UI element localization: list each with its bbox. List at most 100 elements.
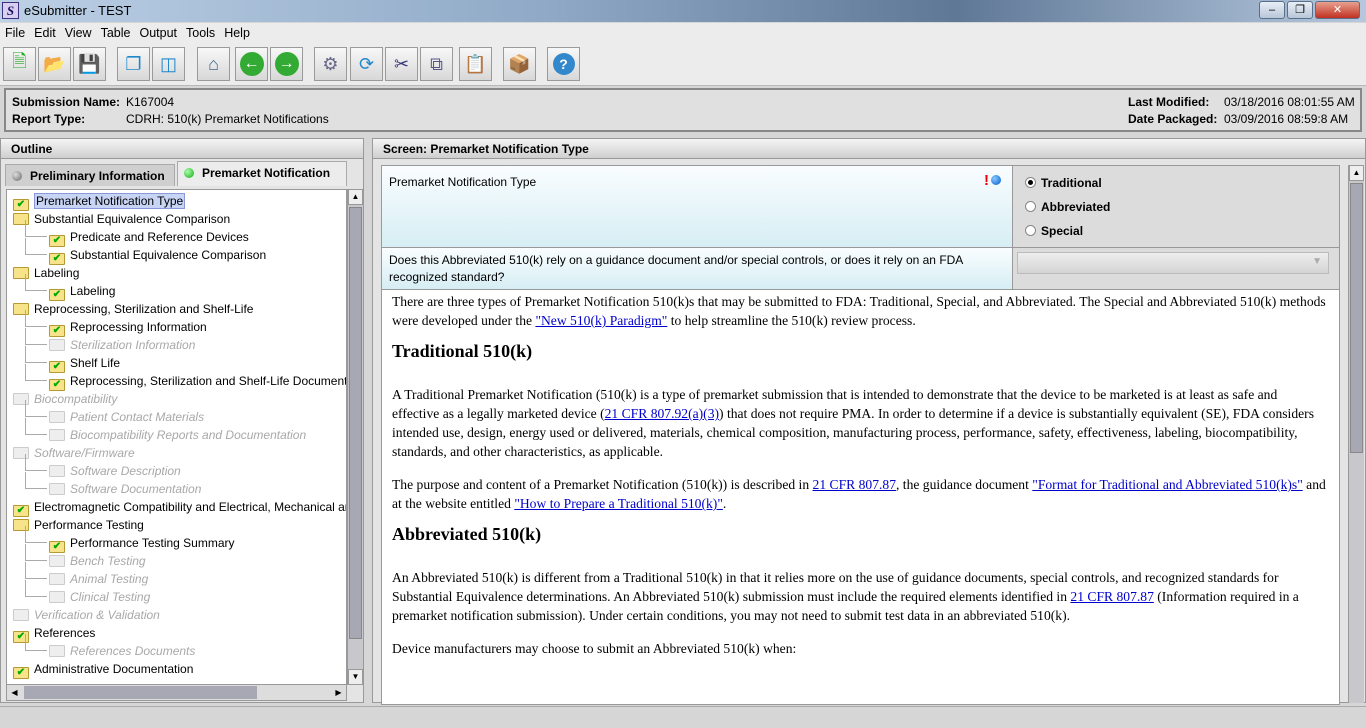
close-button[interactable]: ✕ [1315,1,1360,19]
menu-view[interactable]: View [60,23,96,40]
back-button[interactable]: ← [235,47,268,81]
outline-item[interactable]: Bench Testing [49,552,146,570]
menu-table[interactable]: Table [96,23,135,40]
screen-vertical-scrollbar[interactable]: ▲ [1348,165,1364,703]
outline-header: Outline [1,139,363,159]
save-button[interactable]: 💾 [73,47,106,81]
menu-help[interactable]: Help [219,23,254,40]
new-document-icon: 🗎 [12,51,27,71]
outline-item[interactable]: ✔ Premarket Notification Type [13,192,186,211]
refresh-icon: ⟳ [358,53,375,74]
cfr-807-87-link[interactable]: 21 CFR 807.87 [813,477,896,492]
refresh-button[interactable]: ⟳ [350,47,383,81]
outline-item[interactable]: ✔ Labeling [49,282,116,301]
report-type-label: Report Type: [12,112,86,126]
outline-item[interactable]: Software Description [49,462,181,480]
maximize-button[interactable]: ❐ [1287,1,1313,19]
scroll-down-icon[interactable]: ▼ [348,669,363,685]
outline-item-label: Labeling [70,284,116,298]
folder-icon [49,573,65,585]
tree-line [25,364,47,381]
gears-run-icon: ⚙ [322,53,339,74]
outline-item-label: Predicate and Reference Devices [70,230,249,244]
minimize-button[interactable]: – [1259,1,1285,19]
date-packaged-label: Date Packaged: [1128,112,1218,126]
outline-item[interactable]: ✔ Substantial Equivalence Comparison [49,246,266,265]
how-to-prepare-link[interactable]: "How to Prepare a Traditional 510(k)" [514,496,723,511]
outline-item[interactable]: References Documents [49,642,195,660]
menu-file[interactable]: File [0,23,29,40]
radio-abbreviated[interactable]: Abbreviated [1025,200,1110,214]
outline-item[interactable]: ✔ Electromagnetic Compatibility and Elect… [13,498,346,517]
outline-item-label: Verification & Validation [34,608,160,622]
outline-item[interactable]: Biocompatibility Reports and Documentati… [49,426,306,444]
outline-item[interactable]: Reprocessing, Sterilization and Shelf-Li… [13,300,253,318]
forward-button[interactable]: → [270,47,303,81]
tree-line [25,418,47,435]
home-icon: ⌂ [208,53,219,74]
cfr-807-92-link[interactable]: 21 CFR 807.92(a)(3) [605,406,719,421]
scroll-left-icon[interactable]: ◀ [7,685,22,700]
cascade-windows-button[interactable]: ❐ [117,47,150,81]
tab-label: Preliminary Information [30,169,165,183]
radio-label: Special [1041,224,1084,238]
format-guidance-link[interactable]: "Format for Traditional and Abbreviated … [1032,477,1302,492]
outline-item[interactable]: ✔ Reprocessing Information [49,318,207,337]
outline-item[interactable]: ✔ Reprocessing, Sterilization and Shelf-L… [49,372,346,391]
menu-tools[interactable]: Tools [181,23,219,40]
copy-icon: ⧉ [430,53,443,74]
menu-output[interactable]: Output [134,23,181,40]
cascade-windows-icon: ❐ [125,53,142,74]
outline-item[interactable]: ✔ Shelf Life [49,354,120,373]
package-button[interactable]: 📦 [503,47,536,81]
outline-item[interactable]: ✔ Administrative Documentation [13,660,193,679]
cut-button[interactable]: ✂ [385,47,418,81]
info-dot-icon[interactable] [991,175,1001,185]
tab-preliminary-information[interactable]: Preliminary Information [5,164,175,186]
radio-traditional[interactable]: Traditional [1025,176,1102,190]
menu-bar: File Edit View Table Output Tools Help [0,23,1366,44]
scroll-thumb[interactable] [349,207,362,639]
required-icon: ! [984,172,989,189]
scroll-thumb[interactable] [24,686,257,699]
submission-name: K167004 [126,95,175,109]
text: The purpose and content of a Premarket N… [392,477,813,492]
outline-item[interactable]: ✔ Performance Testing Summary [49,534,235,553]
outline-item-label: Substantial Equivalence Comparison [34,212,231,226]
cfr-807-87-link[interactable]: 21 CFR 807.87 [1070,589,1153,604]
outline-item[interactable]: Verification & Validation [13,606,160,624]
home-button[interactable]: ⌂ [197,47,230,81]
new-510k-paradigm-link[interactable]: "New 510(k) Paradigm" [535,313,667,328]
folder-icon [49,483,65,495]
outline-item-label: Performance Testing Summary [70,536,235,550]
tab-premarket-notification[interactable]: Premarket Notification [177,161,347,186]
new-document-button[interactable]: 🗎 [3,47,36,81]
scroll-up-icon[interactable]: ▲ [348,189,363,205]
paste-button[interactable]: 📋 [459,47,492,81]
outline-vertical-scrollbar[interactable]: ▲ ▼ [347,189,363,685]
outline-horizontal-scrollbar[interactable]: ◀ ▶ [6,684,347,701]
text: . [722,496,727,511]
menu-edit[interactable]: Edit [29,23,60,40]
scroll-up-icon[interactable]: ▲ [1349,165,1364,181]
copy-button[interactable]: ⧉ [420,47,453,81]
outline-item[interactable]: Patient Contact Materials [49,408,204,426]
scroll-right-icon[interactable]: ▶ [331,685,346,700]
scroll-thumb[interactable] [1350,183,1363,453]
folder-icon [49,411,65,423]
outline-item[interactable]: Clinical Testing [49,588,150,606]
guidance-or-standard-dropdown[interactable]: ▼ [1017,252,1329,274]
outline-item[interactable]: Animal Testing [49,570,148,588]
outline-item[interactable]: Sterilization Information [49,336,195,354]
open-button[interactable]: 📂 [38,47,71,81]
split-view-button[interactable]: ◫ [152,47,185,81]
radio-special[interactable]: Special [1025,224,1083,238]
help-button[interactable]: ? [547,47,580,81]
tree-line [25,274,47,291]
run-button[interactable]: ⚙ [314,47,347,81]
folder-checked-icon: ✔ [13,667,29,679]
outline-item[interactable]: Software Documentation [49,480,201,498]
outline-item[interactable]: ✔ Predicate and Reference Devices [49,228,249,247]
guidance-or-standard-answer: ▼ [1013,248,1339,290]
outline-item-label: Patient Contact Materials [70,410,205,424]
